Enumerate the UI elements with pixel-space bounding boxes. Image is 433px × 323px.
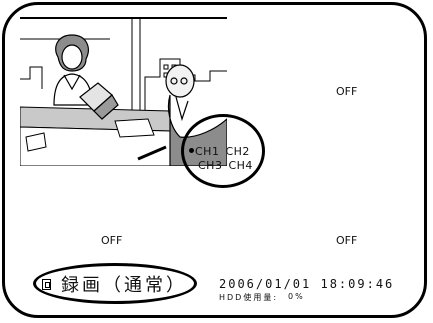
ch3-off-status: OFF <box>101 234 123 247</box>
recording-mode-label: 録画（通常） <box>61 275 187 296</box>
ch4-off-status: OFF <box>336 234 358 247</box>
recording-mode-indicator[interactable]: 録画（通常） <box>42 271 187 297</box>
channel-ch4-option[interactable]: CH4 <box>228 159 252 173</box>
hdd-usage-value: 0% <box>288 292 305 301</box>
hdd-usage: HDD使用量: 0% <box>219 292 305 303</box>
channel-ch1-option[interactable]: CH1 <box>189 145 219 159</box>
datetime-display: 2006/01/01 18:09:46 <box>219 277 395 291</box>
channel-ch1-label: CH1 <box>195 145 220 158</box>
recording-mode-icon <box>42 278 51 290</box>
channel-ch3-option[interactable]: CH3 <box>198 159 222 173</box>
monitor-screen: OFF OFF OFF CH1 CH2 CH3 CH4 録画（通常） 2006/… <box>2 2 427 318</box>
ch2-off-status: OFF <box>336 85 358 98</box>
channel-selector: CH1 CH2 CH3 CH4 <box>189 145 269 173</box>
hdd-usage-label: HDD使用量: <box>219 293 279 302</box>
channel-ch2-option[interactable]: CH2 <box>225 145 249 159</box>
active-channel-dot-icon <box>189 148 194 153</box>
